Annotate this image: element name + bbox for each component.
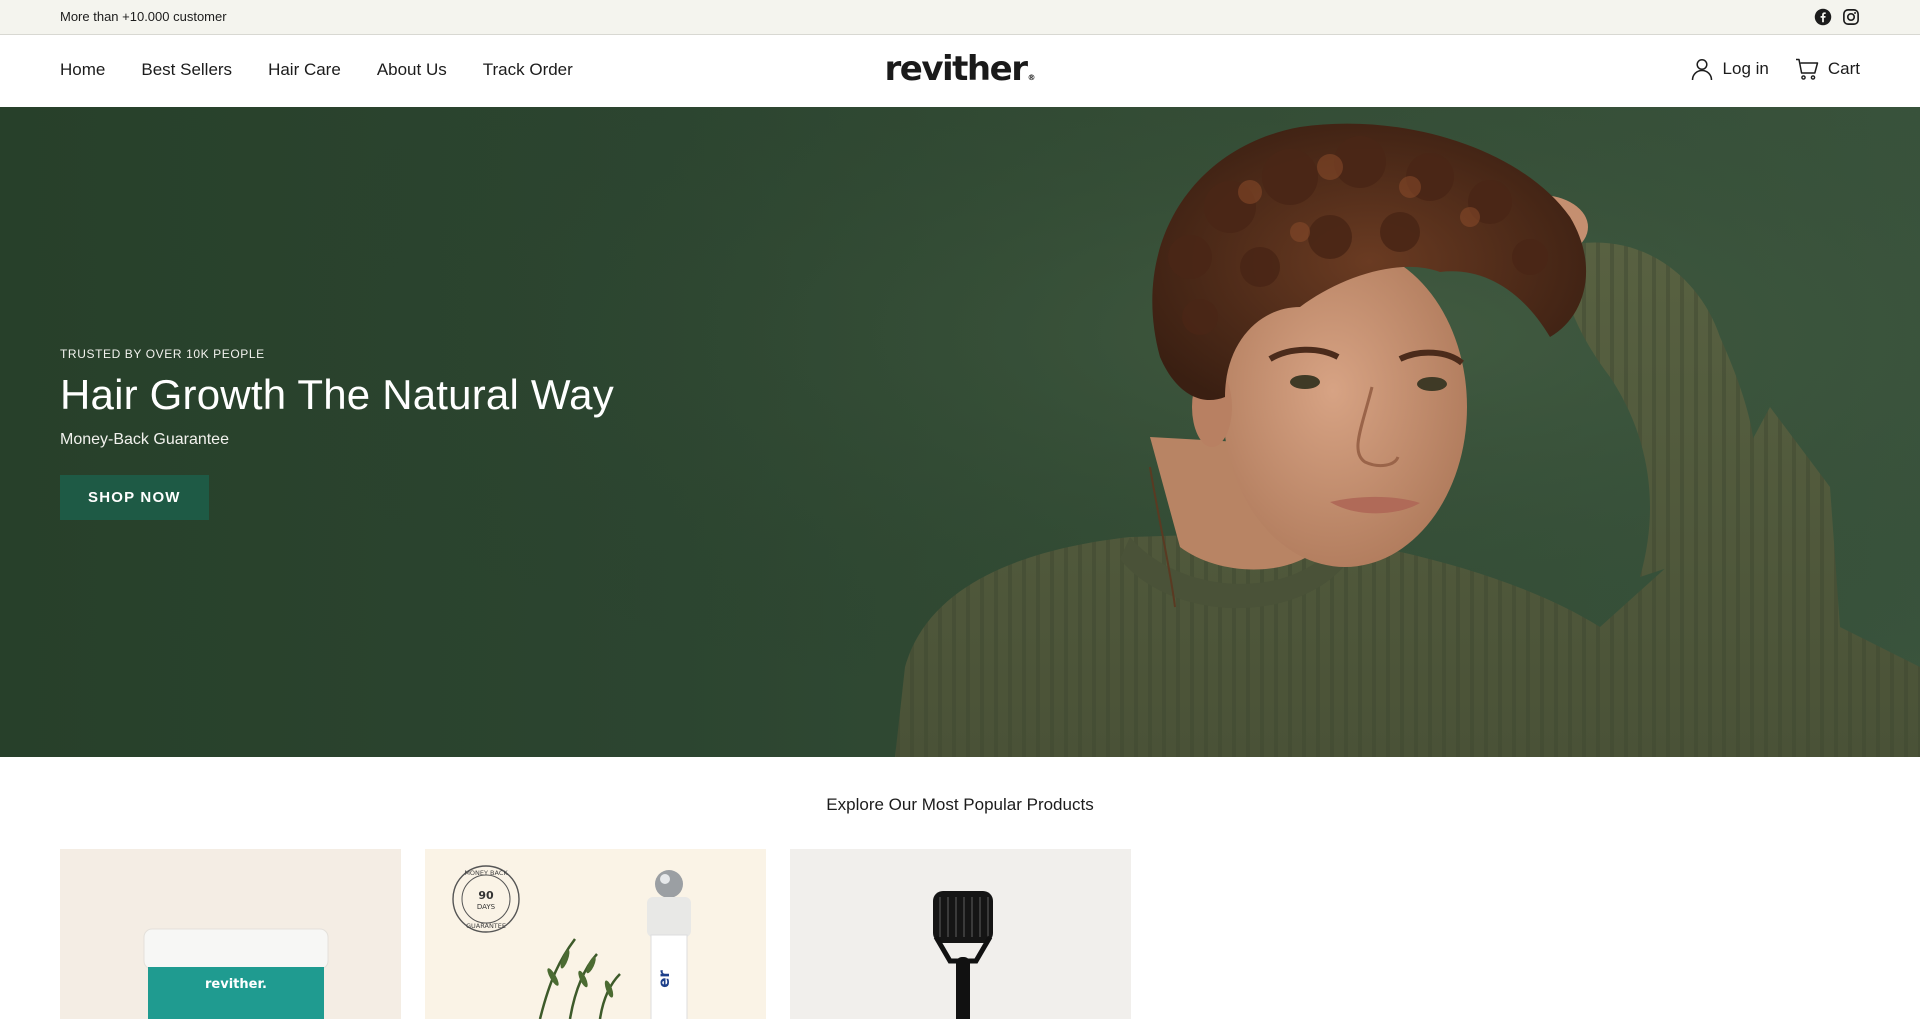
svg-text:GUARANTEE: GUARANTEE	[466, 922, 506, 930]
announcement-bar: More than +10.000 customer	[0, 0, 1920, 35]
site-logo[interactable]: revither®	[885, 49, 1036, 89]
login-label: Log in	[1722, 59, 1769, 78]
site-header: Home Best Sellers Hair Care About Us Tra…	[0, 35, 1920, 107]
hero-content: TRUSTED BY OVER 10K PEOPLE Hair Growth T…	[60, 347, 614, 520]
product-card-derma-roller[interactable]	[790, 849, 1131, 1019]
cart-icon	[1795, 58, 1819, 80]
hero-title: Hair Growth The Natural Way	[60, 371, 614, 418]
product-card-jar[interactable]: revither.	[60, 849, 401, 1019]
product-image-roller: MONEY BACK 90 DAYS GUARANTEE er	[425, 849, 766, 1019]
nav-hair-care[interactable]: Hair Care	[268, 60, 341, 80]
products-section-title: Explore Our Most Popular Products	[826, 795, 1094, 814]
svg-text:90: 90	[478, 889, 494, 902]
announcement-text: More than +10.000 customer	[60, 9, 227, 24]
product-card-roller[interactable]: MONEY BACK 90 DAYS GUARANTEE er	[425, 849, 766, 1019]
nav-about-us[interactable]: About Us	[377, 60, 447, 80]
header-actions: Log in Cart	[1690, 57, 1860, 81]
cart-link[interactable]: Cart	[1795, 57, 1860, 81]
roller-label: er	[655, 970, 673, 988]
logo-registered-mark: ®	[1027, 73, 1036, 82]
facebook-icon[interactable]	[1814, 8, 1832, 26]
nav-home[interactable]: Home	[60, 60, 105, 80]
user-icon	[1691, 58, 1712, 81]
nav-track-order[interactable]: Track Order	[483, 60, 573, 80]
cart-label: Cart	[1827, 59, 1860, 78]
instagram-icon[interactable]	[1842, 8, 1860, 26]
hero-banner: TRUSTED BY OVER 10K PEOPLE Hair Growth T…	[0, 107, 1920, 757]
product-grid: revither. MONEY BACK 90 DAYS GUARANTEE e…	[60, 849, 1131, 1019]
main-nav: Home Best Sellers Hair Care About Us Tra…	[60, 60, 573, 80]
hero-eyebrow: TRUSTED BY OVER 10K PEOPLE	[60, 347, 265, 361]
social-links	[1814, 8, 1860, 26]
hero-subtitle: Money-Back Guarantee	[60, 431, 229, 448]
svg-text:DAYS: DAYS	[477, 903, 496, 911]
shop-now-button[interactable]: SHOP NOW	[60, 475, 209, 520]
product-image-derma-roller	[790, 849, 1131, 1019]
nav-best-sellers[interactable]: Best Sellers	[141, 60, 232, 80]
svg-text:MONEY BACK: MONEY BACK	[464, 869, 508, 877]
product-image-jar: revither.	[60, 849, 401, 1019]
logo-wordmark: revither	[884, 49, 1028, 89]
login-link[interactable]: Log in	[1690, 57, 1769, 81]
jar-label: revither.	[205, 977, 267, 992]
